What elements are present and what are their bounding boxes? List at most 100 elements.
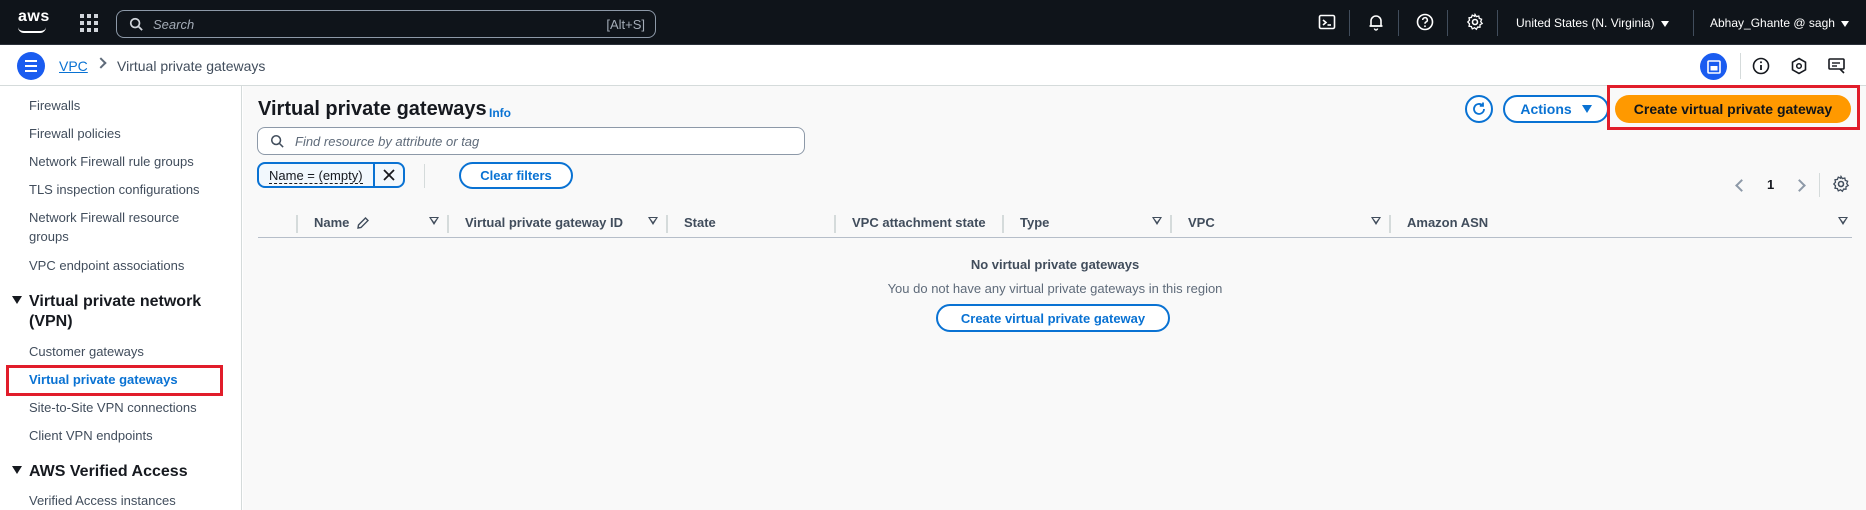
breadcrumb-bar: VPC Virtual private gateways bbox=[0, 45, 1866, 86]
breadcrumb-vpc-link[interactable]: VPC bbox=[59, 58, 88, 74]
sidebar-item-vpc-endpoint-associations[interactable]: VPC endpoint associations bbox=[29, 256, 229, 275]
nav-divider bbox=[1497, 10, 1498, 36]
sort-icon[interactable] bbox=[1152, 217, 1162, 225]
cloudshell-icon[interactable] bbox=[1318, 13, 1336, 31]
sidebar-section-verified-access[interactable]: AWS Verified Access bbox=[12, 462, 219, 482]
filter-token[interactable]: Name = (empty) bbox=[257, 162, 405, 188]
refresh-button[interactable] bbox=[1465, 95, 1493, 123]
filter-placeholder: Find resource by attribute or tag bbox=[295, 134, 480, 149]
aws-logo-smile bbox=[18, 27, 46, 33]
clear-filters-button[interactable]: Clear filters bbox=[459, 162, 573, 189]
filter-search-input[interactable]: Find resource by attribute or tag bbox=[257, 127, 805, 155]
empty-state-subtitle: You do not have any virtual private gate… bbox=[887, 281, 1223, 296]
previous-page-icon[interactable] bbox=[1735, 179, 1748, 192]
highlight-box bbox=[6, 365, 223, 396]
sidebar-item-site-to-site-vpn[interactable]: Site-to-Site VPN connections bbox=[29, 398, 229, 417]
close-icon bbox=[382, 169, 395, 181]
sidebar-item-firewalls[interactable]: Firewalls bbox=[29, 96, 229, 115]
column-divider bbox=[296, 215, 298, 233]
chevron-down-icon bbox=[1840, 20, 1849, 27]
account-menu[interactable]: Abhay_Ghante @ sagh bbox=[1710, 16, 1849, 30]
sort-icon[interactable] bbox=[429, 217, 439, 225]
filter-token-text: Name = (empty) bbox=[269, 168, 363, 184]
sidebar-item-customer-gateways[interactable]: Customer gateways bbox=[29, 342, 229, 361]
search-input[interactable]: Search [Alt+S] bbox=[116, 10, 656, 38]
info-circle-icon[interactable] bbox=[1750, 55, 1772, 77]
sidebar-item-tls-inspection-configurations[interactable]: TLS inspection configurations bbox=[29, 180, 229, 199]
page-number[interactable]: 1 bbox=[1767, 177, 1774, 192]
sidebar-item-network-firewall-resource-groups[interactable]: Network Firewall resource groups bbox=[29, 208, 209, 246]
search-icon bbox=[270, 134, 284, 148]
column-divider bbox=[447, 215, 449, 233]
empty-state-title: No virtual private gateways bbox=[970, 257, 1140, 272]
region-selector[interactable]: United States (N. Virginia) bbox=[1516, 16, 1669, 30]
sort-icon[interactable] bbox=[1838, 217, 1848, 225]
region-label: United States (N. Virginia) bbox=[1516, 16, 1655, 30]
search-icon bbox=[129, 17, 143, 31]
side-navigation-toggle[interactable] bbox=[17, 52, 45, 80]
help-icon[interactable] bbox=[1416, 13, 1434, 31]
page-title: Virtual private gateways bbox=[258, 98, 487, 120]
pager-divider bbox=[1819, 173, 1820, 197]
tools-panel-button[interactable] bbox=[1700, 53, 1727, 80]
hexagon-settings-icon[interactable] bbox=[1788, 55, 1810, 77]
notifications-bell-icon[interactable] bbox=[1367, 13, 1385, 31]
top-navigation: aws Search [Alt+S] United States (N. Vir… bbox=[0, 0, 1866, 45]
panel-icon bbox=[1706, 59, 1721, 74]
sort-icon[interactable] bbox=[1371, 217, 1381, 225]
filter-divider bbox=[424, 164, 425, 188]
search-shortcut: [Alt+S] bbox=[606, 17, 645, 32]
breadcrumb-current: Virtual private gateways bbox=[117, 58, 266, 74]
column-header-type[interactable]: Type bbox=[1020, 215, 1049, 230]
column-header-vgw-id[interactable]: Virtual private gateway ID bbox=[465, 215, 623, 230]
pencil-edit-icon bbox=[357, 217, 369, 229]
feedback-icon[interactable] bbox=[1826, 55, 1848, 77]
search-placeholder: Search bbox=[153, 17, 195, 32]
next-page-icon[interactable] bbox=[1793, 179, 1806, 192]
column-header-state[interactable]: State bbox=[684, 215, 716, 230]
sidebar-section-vpn[interactable]: Virtual private network (VPN) bbox=[12, 292, 219, 332]
sort-icon[interactable] bbox=[648, 217, 658, 225]
column-divider bbox=[834, 215, 836, 233]
column-divider bbox=[666, 215, 668, 233]
column-divider bbox=[1389, 215, 1391, 233]
chevron-down-icon bbox=[1660, 20, 1669, 27]
filter-token-label[interactable]: Name = (empty) bbox=[259, 164, 375, 186]
highlight-box bbox=[1607, 85, 1860, 130]
aws-logo[interactable]: aws bbox=[16, 8, 50, 36]
actions-label: Actions bbox=[1520, 101, 1572, 117]
column-header-vpc[interactable]: VPC bbox=[1188, 215, 1215, 230]
settings-gear-icon[interactable] bbox=[1466, 13, 1484, 31]
chevron-right-icon bbox=[95, 57, 107, 69]
account-label: Abhay_Ghante @ sagh bbox=[1710, 16, 1835, 30]
sidebar-item-network-firewall-rule-groups[interactable]: Network Firewall rule groups bbox=[29, 152, 229, 171]
sidebar-item-client-vpn-endpoints[interactable]: Client VPN endpoints bbox=[29, 426, 229, 445]
column-divider bbox=[1170, 215, 1172, 233]
table-header: Name Virtual private gateway ID State VP… bbox=[258, 210, 1852, 238]
sidebar-item-verified-access-instances[interactable]: Verified Access instances bbox=[29, 491, 229, 510]
nav-divider bbox=[1693, 10, 1694, 36]
info-link[interactable]: Info bbox=[489, 106, 511, 120]
actions-dropdown-button[interactable]: Actions bbox=[1503, 95, 1609, 123]
remove-filter-button[interactable] bbox=[375, 164, 403, 186]
sidebar-section-verified-access-label: AWS Verified Access bbox=[29, 463, 188, 480]
side-navigation: Firewalls Firewall policies Network Fire… bbox=[0, 86, 242, 510]
caret-down-icon bbox=[12, 466, 22, 474]
services-grid-icon[interactable] bbox=[80, 14, 98, 32]
caret-down-icon bbox=[12, 296, 22, 304]
column-divider bbox=[1002, 215, 1004, 233]
refresh-icon bbox=[1473, 102, 1485, 115]
nav-divider bbox=[1398, 10, 1399, 36]
aws-logo-text: aws bbox=[18, 8, 50, 25]
main-content: Virtual private gateways Info Actions Cr… bbox=[243, 85, 1866, 510]
sidebar-item-firewall-policies[interactable]: Firewall policies bbox=[29, 124, 229, 143]
table-preferences-gear-icon[interactable] bbox=[1832, 175, 1850, 193]
sidebar-section-vpn-label: Virtual private network (VPN) bbox=[29, 293, 202, 330]
nav-divider bbox=[1349, 10, 1350, 36]
column-header-vpc-attachment-state[interactable]: VPC attachment state bbox=[852, 215, 986, 230]
empty-state-create-button[interactable]: Create virtual private gateway bbox=[936, 304, 1170, 332]
column-header-name[interactable]: Name bbox=[314, 215, 349, 230]
caret-down-icon bbox=[1581, 105, 1592, 113]
column-header-amazon-asn[interactable]: Amazon ASN bbox=[1407, 215, 1488, 230]
toolbar-divider bbox=[1740, 53, 1741, 79]
